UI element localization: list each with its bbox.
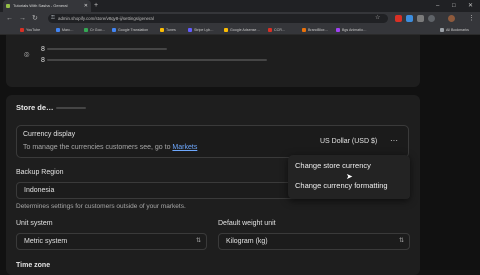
bookmark-item[interactable]: YouTube (20, 26, 40, 34)
bookmark-icon (224, 28, 228, 32)
bookmark-item[interactable]: CCR… (268, 26, 285, 34)
backup-region-label: Backup Region (16, 169, 64, 176)
section-heading: Store de… (16, 103, 86, 112)
bookmark-star-icon[interactable]: ☆ (375, 12, 380, 25)
all-bookmarks[interactable]: All Bookmarks (440, 26, 469, 34)
folder-icon (440, 28, 444, 32)
extensions-puzzle-icon[interactable] (417, 15, 424, 22)
unit-system-select[interactable]: Metric system ⇅ (16, 233, 207, 250)
bookmark-icon (160, 28, 164, 32)
new-tab-button[interactable]: + (94, 0, 98, 12)
extension-icon[interactable] (406, 15, 413, 22)
change-store-currency-item[interactable]: Change store currency (295, 161, 371, 170)
currency-display-description: To manage the currencies customers see, … (23, 144, 198, 151)
url-text: admin.shopify.com/store/v8qy8-ij/setting… (58, 16, 154, 21)
youtube-icon (20, 28, 24, 32)
tab-close-icon[interactable]: ✕ (84, 0, 88, 12)
bookmark-item[interactable]: Tunes (160, 26, 176, 34)
shopify-favicon-icon (6, 4, 10, 8)
bookmark-item[interactable]: Bgs Animatio… (336, 26, 367, 34)
forward-button[interactable]: → (19, 12, 26, 25)
bookmark-item[interactable]: Stripe Lyb… (188, 26, 214, 34)
address-line-2: 8 (41, 57, 267, 64)
browser-tab[interactable]: Tutorials With Sasha - General ✕ (3, 0, 91, 12)
weight-unit-select[interactable]: Kilogram (kg) ⇅ (218, 233, 410, 250)
bookmark-icon (56, 28, 60, 32)
bookmark-item[interactable]: Marc… (56, 26, 74, 34)
maximize-button[interactable]: □ (452, 0, 456, 12)
back-button[interactable]: ← (6, 12, 13, 25)
bookmark-item[interactable]: Cr Goo… (84, 26, 105, 34)
bookmark-icon (84, 28, 88, 32)
unit-system-label: Unit system (16, 220, 53, 227)
bookmark-item[interactable]: Google Adsense… (224, 26, 260, 34)
backup-region-help: Determines settings for customers outsid… (16, 203, 186, 210)
change-currency-formatting-item[interactable]: Change currency formatting (295, 181, 388, 190)
extension-icon[interactable] (395, 15, 402, 22)
bookmark-icon (112, 28, 116, 32)
close-window-button[interactable]: ✕ (468, 0, 473, 12)
minimize-button[interactable]: – (436, 0, 439, 12)
reload-button[interactable]: ↻ (32, 12, 38, 25)
site-info-icon[interactable]: ⚿ (51, 14, 55, 23)
mouse-cursor-icon: ➤ (346, 172, 353, 181)
download-icon[interactable] (428, 15, 435, 22)
currency-value: US Dollar (USD $) (320, 138, 378, 145)
address-line-1: 8 (41, 46, 167, 53)
profile-avatar[interactable] (448, 15, 455, 22)
bookmark-icon (188, 28, 192, 32)
more-actions-button[interactable]: ··· (390, 136, 398, 145)
bookmark-icon (336, 28, 340, 32)
bookmark-icon (268, 28, 272, 32)
tab-title: Tutorials With Sasha - General (13, 3, 68, 8)
markets-link[interactable]: Markets (172, 144, 197, 151)
location-pin-icon: ⌾ (24, 50, 30, 60)
currency-display-title: Currency display (23, 131, 76, 138)
weight-unit-label: Default weight unit (218, 220, 276, 227)
bookmark-item[interactable]: Google Translation (112, 26, 148, 34)
bookmark-item[interactable]: BrandBlox… (302, 26, 328, 34)
time-zone-label: Time zone (16, 262, 51, 269)
select-arrows-icon: ⇅ (398, 238, 404, 244)
address-bar[interactable]: ⚿ admin.shopify.com/store/v8qy8-ij/setti… (48, 14, 388, 23)
bookmark-icon (302, 28, 306, 32)
browser-menu-icon[interactable]: ⋮ (468, 12, 475, 25)
select-arrows-icon: ⇅ (195, 238, 201, 244)
